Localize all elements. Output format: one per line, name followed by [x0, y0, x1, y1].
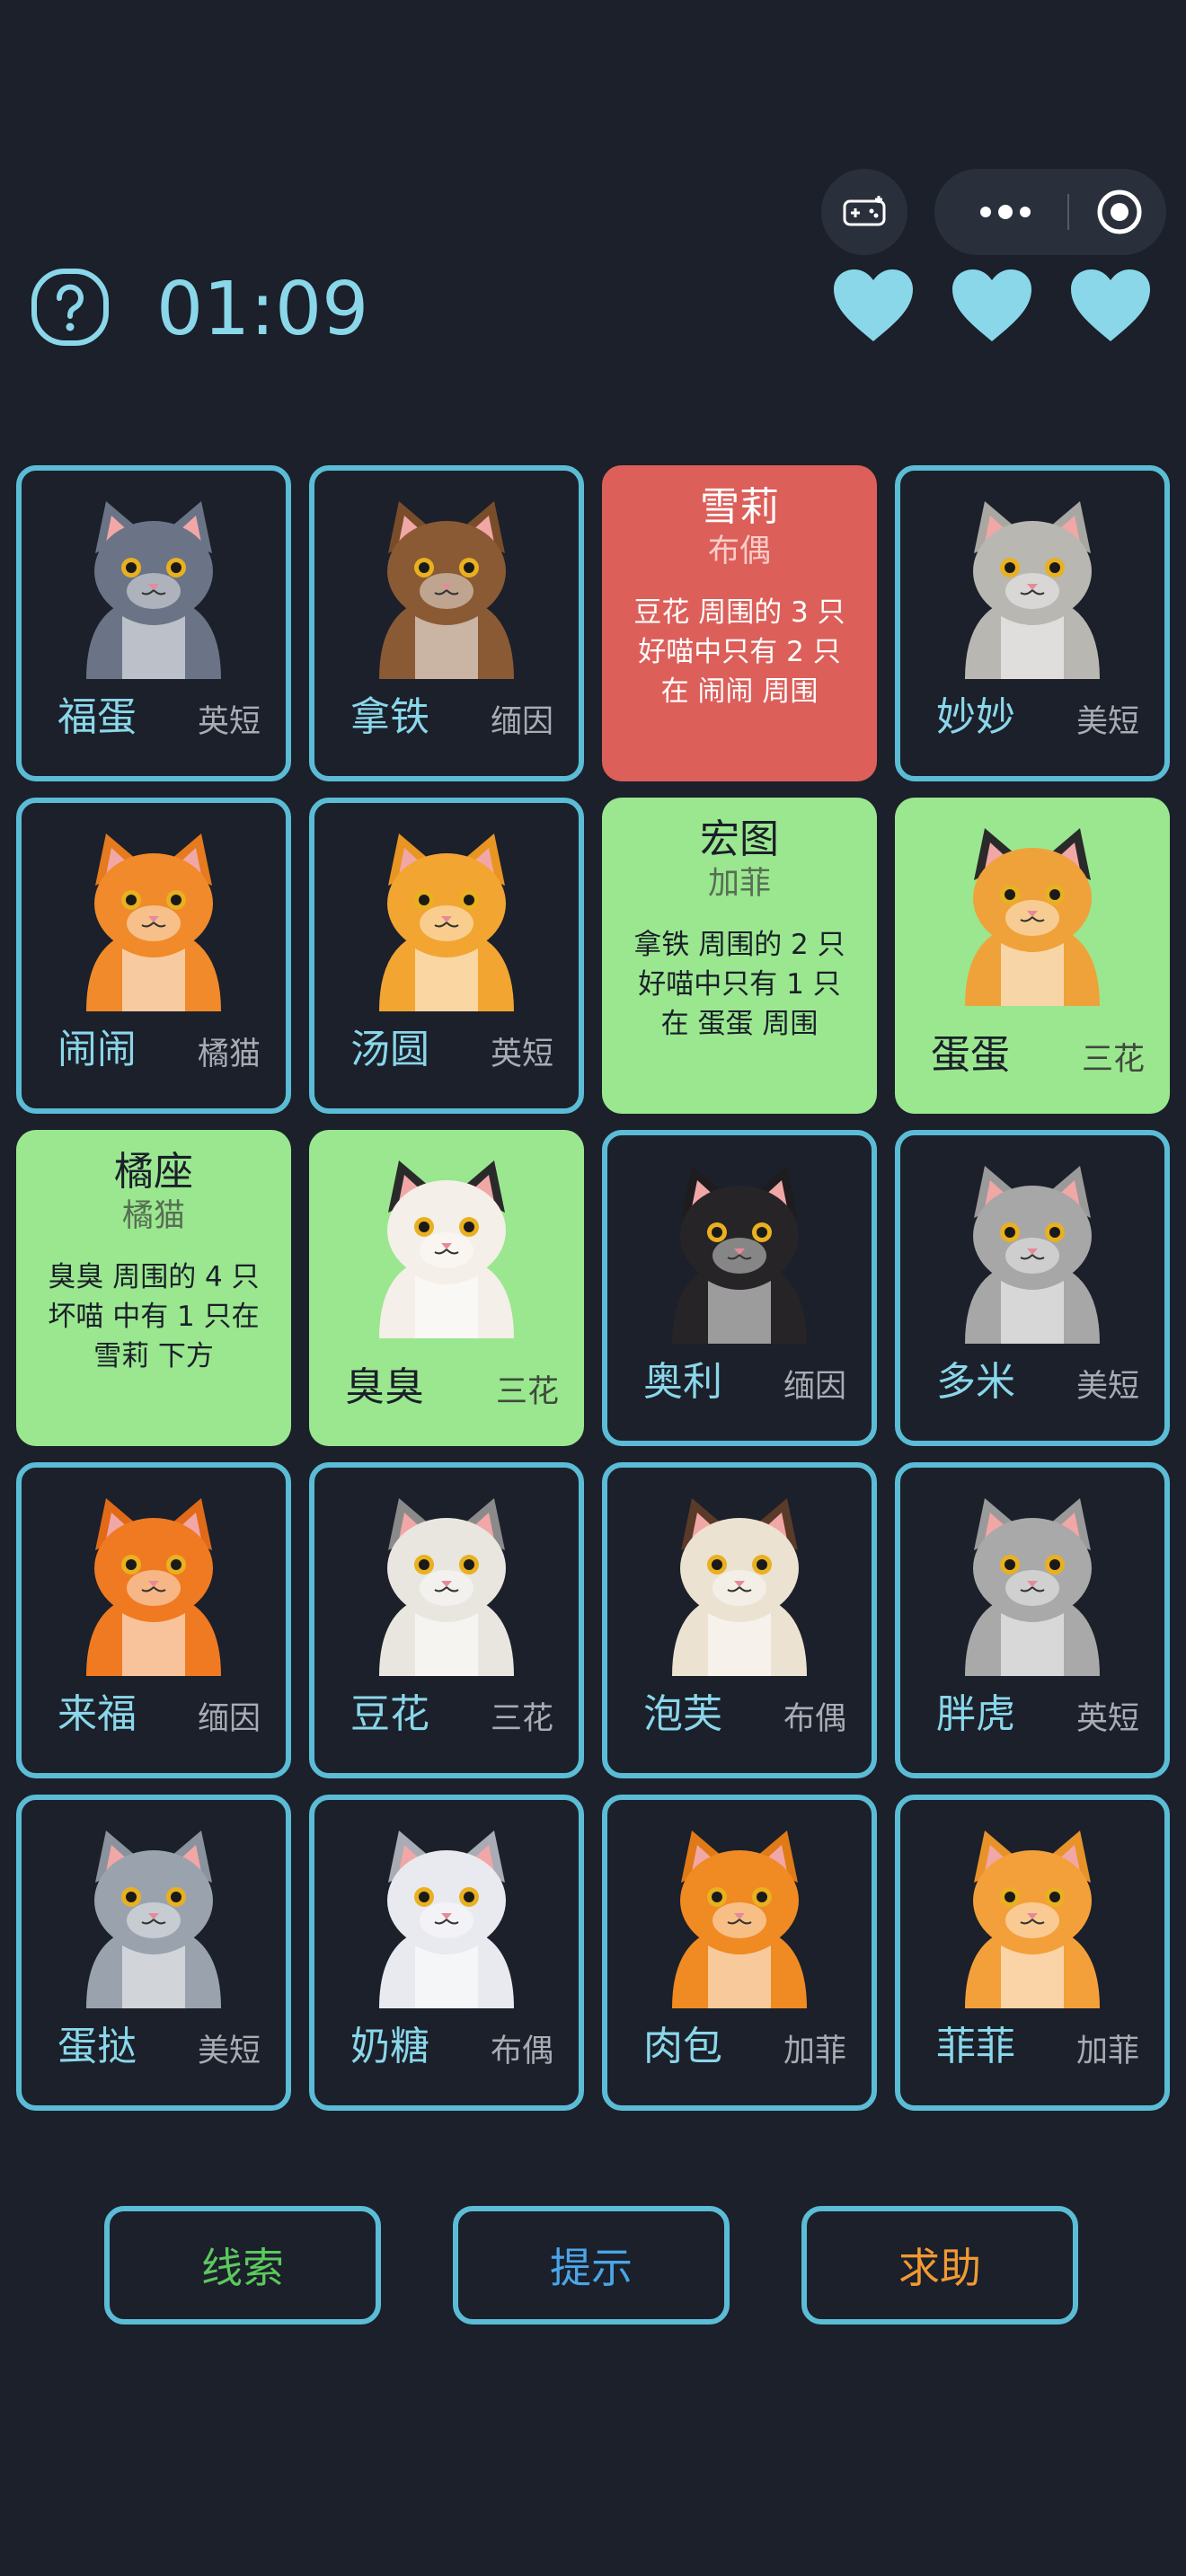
- cat-name: 蛋蛋: [931, 1032, 1010, 1078]
- cat-card[interactable]: 妙妙 美短: [895, 465, 1170, 781]
- cat-portrait: [86, 834, 221, 1011]
- close-button[interactable]: [1084, 169, 1155, 255]
- cat-name: 奥利: [643, 1359, 722, 1405]
- cat-breed: 布偶: [490, 2033, 553, 2069]
- cat-breed: 三花: [495, 1374, 559, 1410]
- cat-breed: 橘猫: [197, 1037, 261, 1072]
- cat-portrait: [86, 1498, 221, 1676]
- clue-text: 豆花 周围的 3 只 好喵中只有 2 只 在 闹闹 周围: [633, 596, 845, 708]
- clue-text: 拿铁 周围的 2 只 好喵中只有 1 只 在 蛋蛋 周围: [633, 929, 845, 1040]
- cat-card[interactable]: 肉包 加菲: [602, 1795, 877, 2111]
- cat-name: 多米: [936, 1359, 1015, 1405]
- cat-name: 奶糖: [350, 2024, 429, 2069]
- cat-breed: 美短: [1075, 704, 1139, 740]
- cat-breed: 缅因: [197, 1701, 261, 1737]
- lives: [832, 268, 1152, 343]
- cat-breed: 三花: [490, 1701, 553, 1737]
- clue-cat-breed: 布偶: [707, 534, 771, 569]
- capsule-menu: [934, 169, 1166, 255]
- cat-card[interactable]: 闹闹 橘猫: [16, 798, 291, 1114]
- cat-portrait: [965, 501, 1100, 679]
- cat-card[interactable]: 菲菲 加菲: [895, 1795, 1170, 2111]
- record-icon: [1097, 190, 1142, 234]
- cat-breed: 英短: [197, 704, 261, 740]
- cat-name: 福蛋: [58, 694, 137, 740]
- question-icon: [31, 269, 109, 346]
- cat-breed: 布偶: [783, 1701, 846, 1737]
- cat-breed: 缅因: [783, 1369, 846, 1405]
- clue-cat-name: 雪莉: [700, 484, 779, 530]
- ask-help-button[interactable]: 求助: [801, 2206, 1078, 2325]
- cat-card[interactable]: 奶糖 布偶: [309, 1795, 584, 2111]
- cat-breed: 英短: [490, 1037, 553, 1072]
- help-button[interactable]: [31, 268, 110, 347]
- cat-name: 肉包: [643, 2024, 722, 2069]
- clue-cat-breed: 橘猫: [121, 1198, 185, 1234]
- cat-portrait: [379, 1831, 514, 2008]
- cat-portrait: [965, 1498, 1100, 1676]
- cat-card[interactable]: 福蛋 英短: [16, 465, 291, 781]
- clue-card[interactable]: 雪莉布偶豆花 周围的 3 只 好喵中只有 2 只 在 闹闹 周围: [602, 465, 877, 781]
- cat-portrait: [965, 828, 1100, 1006]
- cat-breed: 美短: [1075, 1369, 1139, 1405]
- cat-grid: 福蛋 英短 拿铁 缅因 雪莉 布偶 豆花 周围的 3 只 好喵中只有 2 只 在 闹闹 周围…: [16, 465, 1170, 2111]
- cat-portrait: [672, 1498, 807, 1676]
- cat-name: 拿铁: [350, 694, 429, 740]
- cat-name: 来福: [58, 1691, 137, 1737]
- hint-button[interactable]: 提示: [453, 2206, 730, 2325]
- cat-breed: 缅因: [490, 704, 553, 740]
- cat-breed: 加菲: [1075, 2033, 1139, 2069]
- cat-portrait: [379, 1498, 514, 1676]
- more-button[interactable]: [961, 169, 1049, 255]
- game-controller-button[interactable]: [821, 169, 907, 255]
- cat-card[interactable]: 蛋挞 美短: [16, 1795, 291, 2111]
- heart-icon: [952, 269, 1031, 341]
- cat-card[interactable]: 汤圆 英短: [309, 798, 584, 1114]
- cat-name: 臭臭: [345, 1364, 424, 1410]
- clue-cat-name: 橘座: [114, 1149, 193, 1195]
- cat-portrait: [965, 1831, 1100, 2008]
- cat-name: 豆花: [350, 1691, 429, 1737]
- cat-name: 汤圆: [350, 1027, 429, 1072]
- cat-card[interactable]: 奥利 缅因: [602, 1130, 877, 1446]
- cat-portrait: [86, 501, 221, 679]
- more-dots-icon: [980, 205, 1031, 219]
- cat-card[interactable]: 蛋蛋 三花: [895, 798, 1170, 1114]
- cat-card[interactable]: 胖虎 英短: [895, 1462, 1170, 1778]
- cat-card[interactable]: 豆花 三花: [309, 1462, 584, 1778]
- heart-icon: [1071, 269, 1150, 341]
- gamepad-icon: [843, 196, 886, 226]
- cat-breed: 英短: [1075, 1701, 1139, 1737]
- cat-portrait: [86, 1831, 221, 2008]
- cat-name: 蛋挞: [58, 2024, 137, 2069]
- clue-cat-name: 宏图: [700, 816, 779, 862]
- cat-breed: 加菲: [783, 2033, 846, 2069]
- cat-card[interactable]: 多米 美短: [895, 1130, 1170, 1446]
- cat-card[interactable]: 来福 缅因: [16, 1462, 291, 1778]
- clue-card[interactable]: 橘座 橘猫臭臭 周围的 4 只 坏喵 中有 1 只在 雪莉 下方: [16, 1130, 291, 1446]
- timer: 01:09: [156, 267, 369, 352]
- cat-portrait: [672, 1166, 807, 1344]
- cat-card[interactable]: 拿铁 缅因: [309, 465, 584, 781]
- cat-breed: 美短: [197, 2033, 261, 2069]
- clue-cat-breed: 加菲: [707, 866, 771, 902]
- cat-card[interactable]: 臭臭 三花: [309, 1130, 584, 1446]
- cat-portrait: [379, 501, 514, 679]
- cat-name: 菲菲: [936, 2024, 1015, 2069]
- cat-portrait: [965, 1166, 1100, 1344]
- cat-portrait: [379, 1160, 514, 1338]
- clue-text: 臭臭 周围的 4 只 坏喵 中有 1 只在 雪莉 下方: [48, 1261, 260, 1372]
- clue-card[interactable]: 宏图加菲拿铁 周围的 2 只 好喵中只有 1 只 在 蛋蛋 周围: [602, 798, 877, 1114]
- cat-card[interactable]: 泡芙 布偶: [602, 1462, 877, 1778]
- cat-name: 闹闹: [58, 1027, 137, 1072]
- cat-portrait: [379, 834, 514, 1011]
- cat-name: 泡芙: [643, 1691, 722, 1737]
- cat-name: 胖虎: [936, 1691, 1015, 1737]
- cat-name: 妙妙: [936, 694, 1015, 740]
- clues-button[interactable]: 线索: [104, 2206, 381, 2325]
- capsule-divider: [1067, 194, 1069, 230]
- cat-portrait: [672, 1831, 807, 2008]
- cat-breed: 三花: [1081, 1042, 1145, 1078]
- heart-icon: [834, 269, 913, 341]
